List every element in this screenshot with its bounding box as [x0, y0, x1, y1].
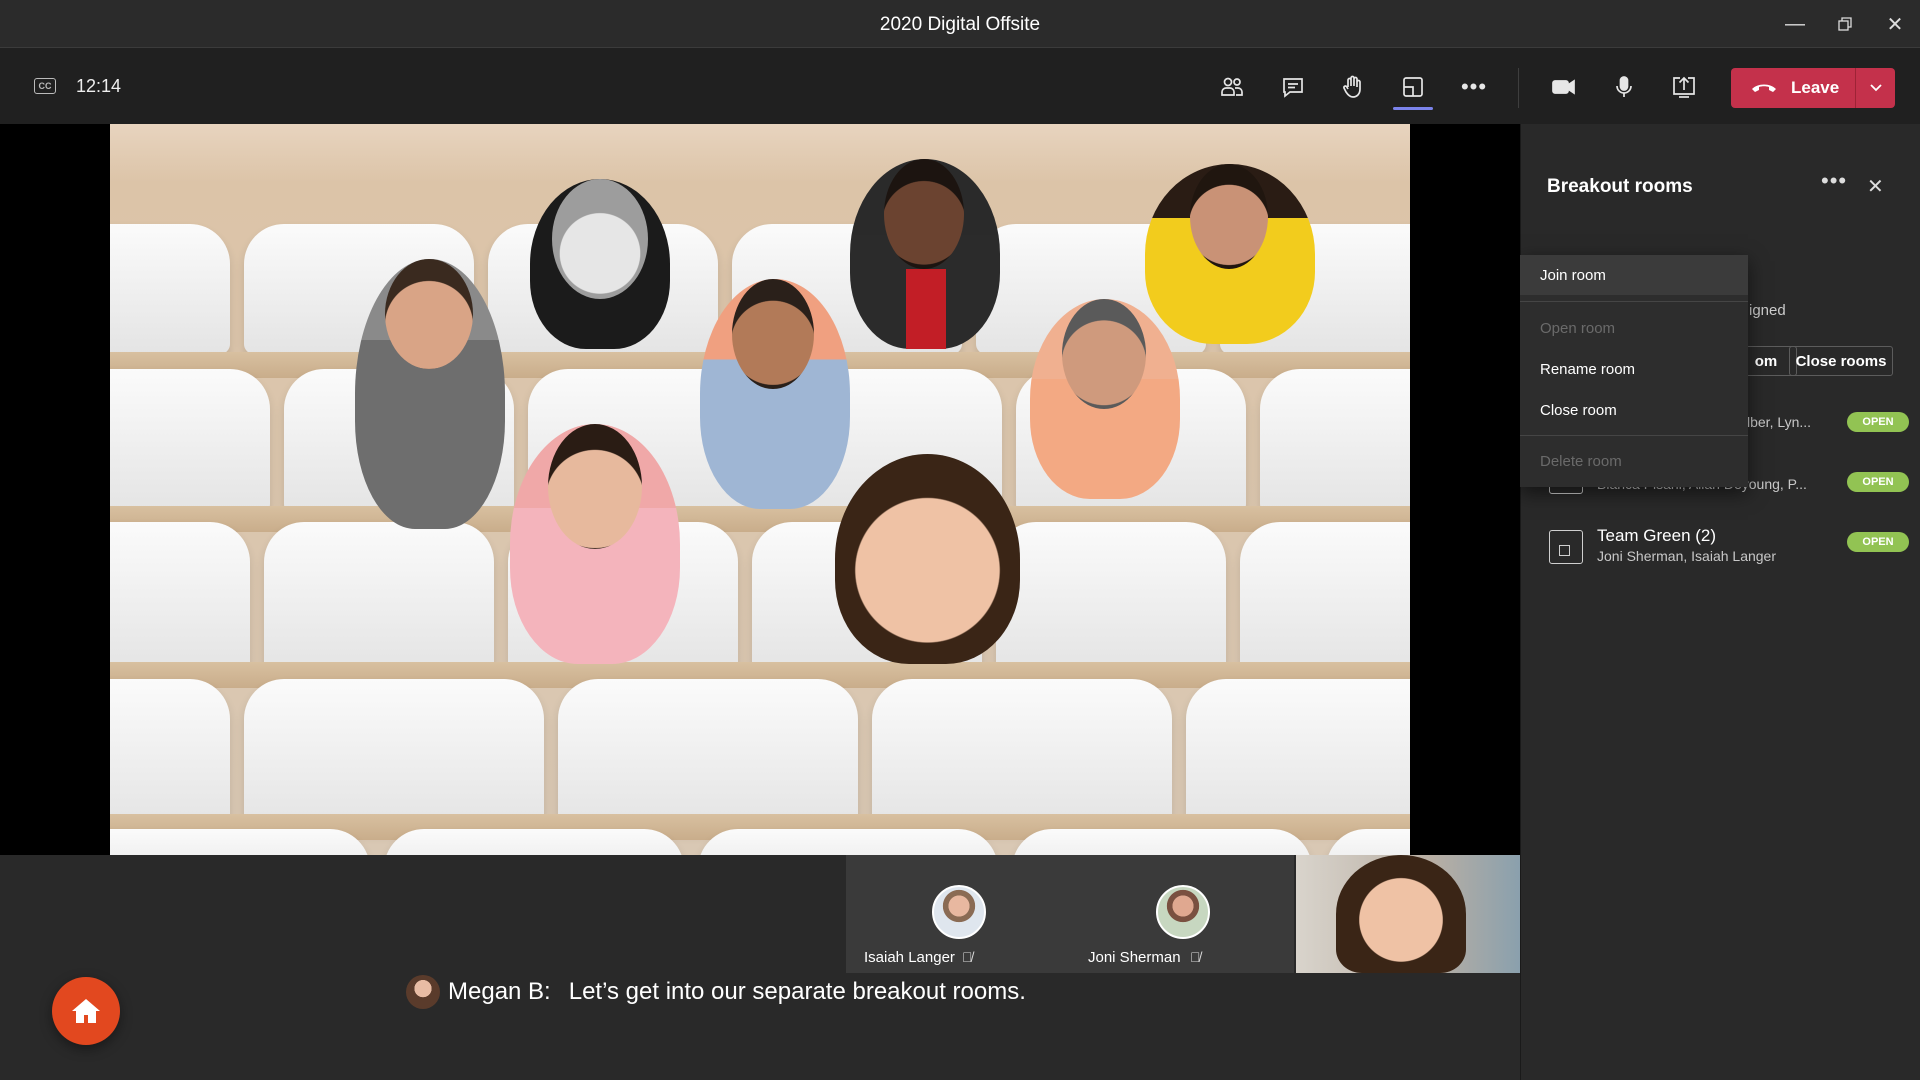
leave-button[interactable]: Leave	[1731, 68, 1855, 108]
participant-video	[355, 259, 505, 529]
more-icon: •••	[1460, 74, 1488, 99]
bottom-strip: Isaiah Langer 🎙̸ Joni Sherman 🎙̸ Megan B…	[0, 855, 1520, 1080]
muted-mic-icon: 🎙̸	[962, 949, 973, 965]
muted-mic-icon: 🎙̸	[1190, 949, 1201, 965]
participant-video	[835, 454, 1020, 664]
share-screen-button[interactable]	[1666, 72, 1702, 102]
status-badge: OPEN	[1847, 472, 1909, 492]
auditorium-scene	[110, 124, 1410, 855]
hang-up-icon	[1752, 84, 1776, 92]
together-mode-stage	[0, 124, 1520, 855]
room-members: lber, Lyn...	[1747, 414, 1812, 430]
people-icon	[1221, 77, 1243, 96]
panel-close-button[interactable]: ✕	[1867, 174, 1884, 199]
leave-options-button[interactable]	[1855, 68, 1895, 108]
minimize-button[interactable]: —	[1770, 0, 1820, 48]
close-window-button[interactable]: ✕	[1870, 0, 1920, 48]
status-badge: OPEN	[1847, 532, 1909, 552]
participant-video	[700, 279, 850, 509]
breakout-rooms-icon	[1403, 77, 1423, 97]
maximize-button[interactable]	[1820, 0, 1870, 48]
participant-video	[1145, 164, 1315, 344]
participant-video	[850, 159, 1000, 349]
raise-hand-icon	[1343, 75, 1361, 98]
leave-button-group: Leave	[1731, 68, 1895, 108]
participant-video	[510, 424, 680, 664]
share-screen-icon	[1673, 76, 1695, 98]
microphone-icon	[1616, 76, 1632, 97]
breakout-rooms-button[interactable]	[1393, 72, 1433, 110]
self-video-tile[interactable]	[1296, 855, 1520, 973]
avatar	[932, 885, 986, 939]
menu-item-open-room: Open room	[1540, 319, 1616, 337]
avatar	[1156, 885, 1210, 939]
room-name: Team Green (2)	[1597, 526, 1717, 545]
participant-name: Joni Sherman	[1088, 949, 1181, 966]
window-title: 2020 Digital Offsite	[879, 14, 1041, 35]
participant-name: Isaiah Langer	[864, 949, 955, 966]
room-item[interactable]: Team Green (2) Joni Sherman, Isaiah Lang…	[1549, 524, 1909, 574]
caption-speaker: Megan B:	[448, 978, 551, 1005]
room-members: Joni Sherman, Isaiah Langer	[1597, 548, 1776, 564]
participant-tile[interactable]: Isaiah Langer 🎙̸	[846, 855, 1070, 973]
close-icon: ✕	[1867, 176, 1884, 198]
meeting-timer: 12:14	[76, 76, 122, 96]
speaker-avatar	[406, 975, 440, 1009]
menu-item-join-room[interactable]: Join room	[1520, 255, 1748, 295]
participant-video	[530, 179, 670, 349]
camera-icon	[1552, 79, 1575, 95]
chevron-down-icon	[1869, 84, 1882, 92]
microphone-button[interactable]	[1606, 72, 1642, 102]
participant-tile[interactable]: Joni Sherman 🎙̸	[1070, 855, 1294, 973]
meeting-toolbar: CC 12:14 ••• Leave	[0, 48, 1920, 124]
assigned-text: igned	[1749, 302, 1786, 319]
people-button[interactable]	[1214, 72, 1250, 102]
chat-icon	[1283, 78, 1303, 98]
caption-text: Let’s get into our separate breakout roo…	[568, 978, 1026, 1005]
home-button[interactable]	[52, 977, 120, 1045]
home-icon	[72, 999, 100, 1023]
live-caption: Megan B: Let’s get into our separate bre…	[406, 975, 1026, 1009]
room-context-menu: Join room Open room Rename room Close ro…	[1520, 255, 1748, 487]
menu-item-rename-room[interactable]: Rename room	[1520, 349, 1748, 389]
toolbar-divider	[1518, 68, 1519, 108]
leave-label: Leave	[1791, 78, 1840, 97]
room-icon	[1549, 530, 1583, 564]
closed-captions-icon[interactable]: CC	[34, 78, 56, 94]
camera-button[interactable]	[1546, 72, 1582, 102]
panel-more-button[interactable]: •••	[1821, 168, 1847, 194]
close-rooms-button[interactable]: Close rooms	[1789, 346, 1893, 376]
participant-video	[1030, 299, 1180, 499]
menu-item-delete-room: Delete room	[1540, 452, 1622, 470]
chat-button[interactable]	[1275, 72, 1311, 102]
more-actions-button[interactable]: •••	[1456, 72, 1492, 102]
title-bar: 2020 Digital Offsite — ✕	[0, 0, 1920, 48]
more-icon: •••	[1821, 168, 1848, 193]
panel-title: Breakout rooms	[1547, 176, 1693, 197]
status-badge: OPEN	[1847, 412, 1909, 432]
raise-hand-button[interactable]	[1335, 72, 1371, 102]
menu-item-close-room[interactable]: Close room	[1520, 390, 1748, 430]
